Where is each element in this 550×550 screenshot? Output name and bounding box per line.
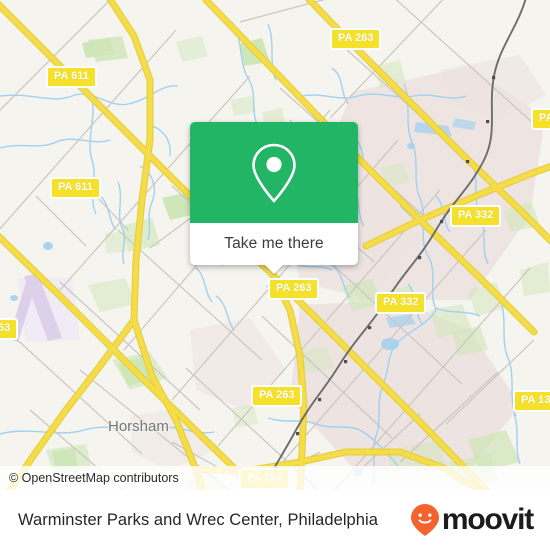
- road-shield[interactable]: PA 263: [268, 278, 320, 300]
- callout-header: [190, 122, 358, 223]
- footer-bar: Warminster Parks and Wrec Center, Philad…: [0, 490, 550, 550]
- road-shield[interactable]: PA 263: [330, 28, 382, 50]
- road-shield[interactable]: PA 332: [450, 205, 502, 227]
- map-attribution-bar: © OpenStreetMap contributors: [0, 466, 550, 490]
- map-pin-icon: [252, 143, 296, 203]
- map-screenshot: Horsham PA 263 PA 611 PA PA 611 PA 332 6…: [0, 0, 550, 550]
- moovit-brand[interactable]: moovit: [410, 503, 534, 537]
- road-shield[interactable]: PA 13: [513, 390, 550, 412]
- moovit-pin-smiley-icon: [410, 504, 439, 536]
- callout-tail: [264, 264, 284, 274]
- location-callout[interactable]: Take me there: [190, 122, 358, 274]
- callout-action[interactable]: Take me there: [190, 223, 358, 274]
- take-me-there-label: Take me there: [224, 235, 324, 252]
- place-label-horsham: Horsham: [108, 418, 169, 435]
- road-shield[interactable]: PA 611: [50, 177, 101, 199]
- road-shield[interactable]: PA 263: [251, 385, 303, 407]
- moovit-wordmark: moovit: [441, 503, 534, 536]
- road-shield[interactable]: PA 611: [46, 66, 97, 88]
- page-title: Warminster Parks and Wrec Center, Philad…: [18, 510, 378, 529]
- road-shield[interactable]: PA 332: [375, 292, 427, 314]
- road-shield[interactable]: 63: [0, 318, 19, 340]
- osm-attribution-text[interactable]: © OpenStreetMap contributors: [0, 471, 179, 485]
- map-canvas[interactable]: Horsham PA 263 PA 611 PA PA 611 PA 332 6…: [0, 0, 550, 490]
- road-shield[interactable]: PA: [531, 108, 550, 130]
